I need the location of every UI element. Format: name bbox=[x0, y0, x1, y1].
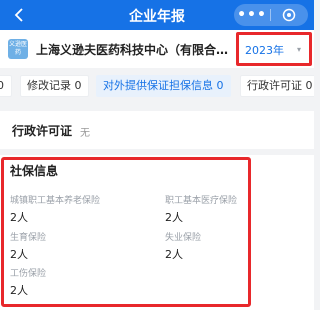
admin-license-title: 行政许可证 bbox=[12, 124, 73, 138]
tab-admin-license[interactable]: 行政许可证 0 bbox=[240, 75, 314, 97]
insurance-count: 2人 bbox=[165, 211, 183, 224]
insurance-item: 城镇职工基本养老保险 2人 bbox=[10, 193, 100, 225]
insurance-item: 职工基本医疗保险 2人 bbox=[165, 193, 237, 225]
tab-bar: 0 修改记录 0 对外提供保证担保信息 0 行政许可证 0 bbox=[0, 75, 314, 97]
insurance-count: 2人 bbox=[10, 284, 28, 297]
admin-license-value: 无 bbox=[80, 128, 90, 139]
insurance-count: 2人 bbox=[165, 248, 183, 261]
insurance-label: 失业保险 bbox=[165, 233, 202, 243]
target-icon bbox=[282, 8, 296, 22]
annual-report-page: 企业年报 ••• 义逊医药 上海义逊夫医药科技中心（有限合伙） 2023年 ▾ … bbox=[0, 0, 314, 310]
tab-partial[interactable]: 0 bbox=[0, 75, 12, 97]
app-header: 企业年报 ••• bbox=[0, 0, 314, 30]
social-insurance-title: 社保信息 bbox=[10, 164, 59, 178]
tab-external-guarantee[interactable]: 对外提供保证担保信息 0 bbox=[96, 75, 231, 97]
insurance-item: 失业保险 2人 bbox=[165, 230, 201, 262]
more-button[interactable]: ••• bbox=[234, 6, 270, 24]
insurance-label: 生育保险 bbox=[10, 233, 47, 243]
insurance-count: 2人 bbox=[10, 211, 28, 224]
close-button[interactable] bbox=[271, 8, 307, 22]
tab-modification-records[interactable]: 修改记录 0 bbox=[20, 75, 89, 97]
company-logo: 义逊医药 bbox=[8, 39, 28, 59]
company-row: 义逊医药 上海义逊夫医药科技中心（有限合伙） 2023年 ▾ bbox=[0, 30, 314, 68]
admin-license-section: 行政许可证 无 bbox=[0, 111, 314, 149]
insurance-count: 2人 bbox=[10, 248, 28, 261]
social-insurance-section: 社保信息 城镇职工基本养老保险 2人 职工基本医疗保险 2人 生育保险 2人 失… bbox=[0, 155, 314, 310]
insurance-label: 职工基本医疗保险 bbox=[165, 196, 238, 206]
company-name: 上海义逊夫医药科技中心（有限合伙） bbox=[36, 43, 232, 57]
insurance-item: 生育保险 2人 bbox=[10, 230, 46, 262]
insurance-item: 工伤保险 2人 bbox=[10, 266, 46, 298]
insurance-label: 城镇职工基本养老保险 bbox=[10, 196, 101, 206]
insurance-label: 工伤保险 bbox=[10, 269, 47, 279]
year-value: 2023年 bbox=[245, 44, 284, 57]
caret-down-icon: ▾ bbox=[297, 45, 302, 54]
mini-program-capsule: ••• bbox=[234, 4, 308, 26]
year-selector[interactable]: 2023年 ▾ bbox=[236, 32, 312, 66]
